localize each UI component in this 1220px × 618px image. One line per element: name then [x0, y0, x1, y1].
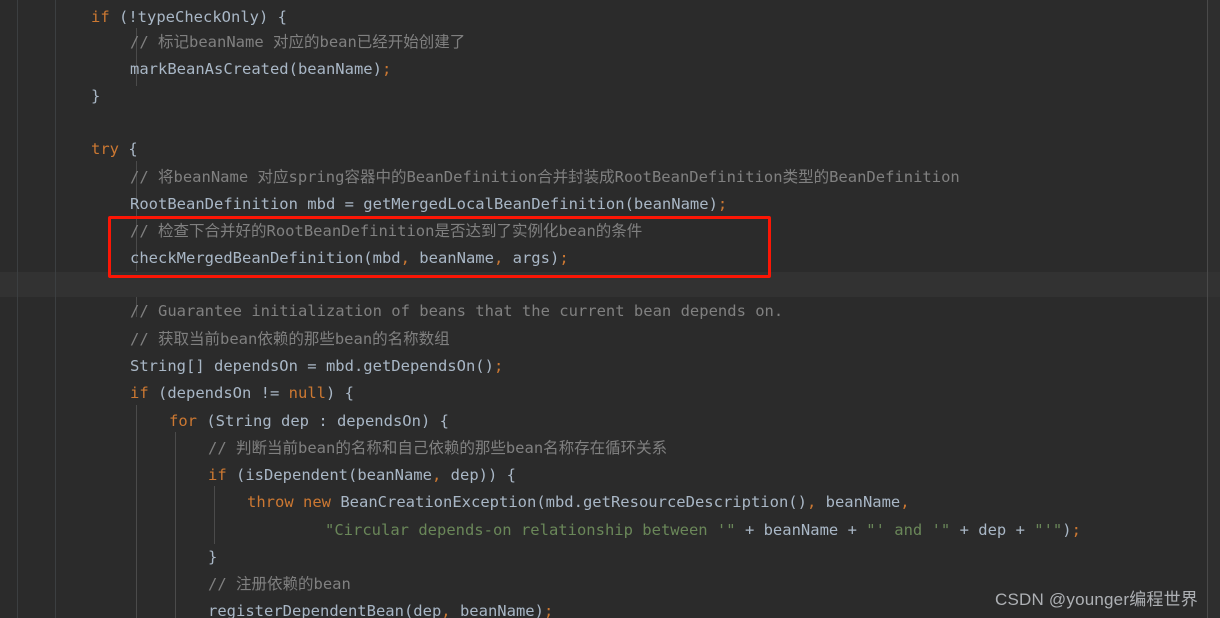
code-line[interactable]: markBeanAsCreated(beanName); [0, 57, 1220, 82]
code-line[interactable] [0, 110, 1220, 135]
code-token-semi: ; [543, 602, 554, 618]
code-token-com: // 注册依赖的bean [208, 575, 351, 593]
code-token-def: } [91, 87, 101, 105]
code-token-def: args) [503, 249, 560, 267]
code-line[interactable]: if (dependsOn != null) { [0, 381, 1220, 406]
code-line[interactable]: } [0, 545, 1220, 570]
code-line[interactable]: checkMergedBeanDefinition(mbd, beanName,… [0, 246, 1220, 271]
code-line[interactable]: RootBeanDefinition mbd = getMergedLocalB… [0, 192, 1220, 217]
csdn-watermark: CSDN @younger编程世界 [995, 590, 1198, 609]
code-line[interactable]: // 判断当前bean的名称和自己依赖的那些bean名称存在循环关系 [0, 436, 1220, 461]
code-line[interactable]: // 获取当前bean依赖的那些bean的名称数组 [0, 327, 1220, 352]
code-line[interactable]: "Circular depends-on relationship betwee… [0, 518, 1220, 543]
code-token-def: ) [1062, 521, 1072, 539]
code-token-def: + beanName + [735, 521, 867, 539]
code-line[interactable]: // 标记beanName 对应的bean已经开始创建了 [0, 30, 1220, 55]
code-token-semi: ; [717, 195, 728, 213]
code-token-def: beanName [409, 249, 494, 267]
code-token-semi: , [900, 493, 910, 511]
code-line[interactable]: for (String dep : dependsOn) { [0, 409, 1220, 434]
code-line[interactable]: try { [0, 137, 1220, 162]
code-token-def: + dep + [950, 521, 1035, 539]
code-token-def: checkMergedBeanDefinition(mbd [130, 249, 401, 267]
code-token-def [294, 493, 303, 511]
code-line[interactable]: throw new BeanCreationException(mbd.getR… [0, 490, 1220, 515]
code-token-semi: , [431, 466, 442, 484]
code-token-str: "' and '" [866, 521, 951, 539]
code-token-com: // 获取当前bean依赖的那些bean的名称数组 [130, 330, 450, 348]
code-token-def: } [208, 548, 218, 566]
code-token-semi: ; [493, 357, 504, 375]
code-token-def: dep)) { [441, 466, 516, 484]
code-line[interactable]: // Guarantee initialization of beans tha… [0, 299, 1220, 324]
code-token-semi: ; [1071, 521, 1081, 539]
code-token-kw: if [91, 8, 110, 26]
code-editor-screenshot: if (!typeCheckOnly) { // 标记beanName 对应的be… [0, 0, 1220, 618]
code-token-kw: if [208, 466, 227, 484]
code-token-def: beanName) [450, 602, 544, 618]
code-token-def: markBeanAsCreated(beanName) [130, 60, 382, 78]
code-line[interactable] [0, 272, 1220, 297]
code-token-str: "'" [1034, 521, 1063, 539]
code-token-def: registerDependentBean(dep [208, 602, 442, 618]
code-token-def: { [119, 140, 138, 158]
code-line[interactable]: // 将beanName 对应spring容器中的BeanDefinition合… [0, 165, 1220, 190]
code-token-def: (String dep : dependsOn) { [197, 412, 449, 430]
code-line[interactable]: } [0, 84, 1220, 109]
code-token-def: (dependsOn != [148, 384, 289, 402]
code-token-def: BeanCreationException(mbd.getResourceDes… [331, 493, 807, 511]
code-line[interactable]: String[] dependsOn = mbd.getDependsOn(); [0, 354, 1220, 379]
code-token-semi: ; [381, 60, 392, 78]
code-token-def: ) { [325, 384, 354, 402]
code-token-semi: ; [559, 249, 569, 267]
code-token-com: // Guarantee initialization of beans tha… [130, 302, 784, 320]
code-token-def: (isDependent(beanName [226, 466, 432, 484]
code-token-kw: if [130, 384, 149, 402]
code-token-com: // 将beanName 对应spring容器中的BeanDefinition合… [130, 168, 960, 186]
code-token-kw: new [303, 493, 332, 511]
code-token-semi: , [493, 249, 504, 267]
code-token-semi: , [400, 249, 410, 267]
code-token-kw: for [169, 412, 197, 430]
code-text-layer[interactable]: if (!typeCheckOnly) { // 标记beanName 对应的be… [0, 0, 1220, 618]
code-token-str: "Circular depends-on relationship betwee… [325, 521, 736, 539]
code-line[interactable]: if (isDependent(beanName, dep)) { [0, 463, 1220, 488]
code-token-def: String[] dependsOn = mbd.getDependsOn() [130, 357, 494, 375]
code-token-com: // 标记beanName 对应的bean已经开始创建了 [130, 33, 466, 51]
code-token-com: // 检查下合并好的RootBeanDefinition是否达到了实例化bean… [130, 222, 643, 240]
code-token-def: beanName [816, 493, 901, 511]
code-token-kw: null [288, 384, 326, 402]
code-line[interactable]: // 检查下合并好的RootBeanDefinition是否达到了实例化bean… [0, 219, 1220, 244]
code-token-semi: , [806, 493, 817, 511]
code-token-semi: , [441, 602, 451, 618]
code-token-kw: throw [247, 493, 294, 511]
code-token-kw: try [91, 140, 119, 158]
code-line[interactable]: if (!typeCheckOnly) { [0, 5, 1220, 30]
code-token-com: // 判断当前bean的名称和自己依赖的那些bean名称存在循环关系 [208, 439, 668, 457]
code-token-def: RootBeanDefinition mbd = getMergedLocalB… [130, 195, 718, 213]
code-token-def: (!typeCheckOnly) { [109, 8, 287, 26]
